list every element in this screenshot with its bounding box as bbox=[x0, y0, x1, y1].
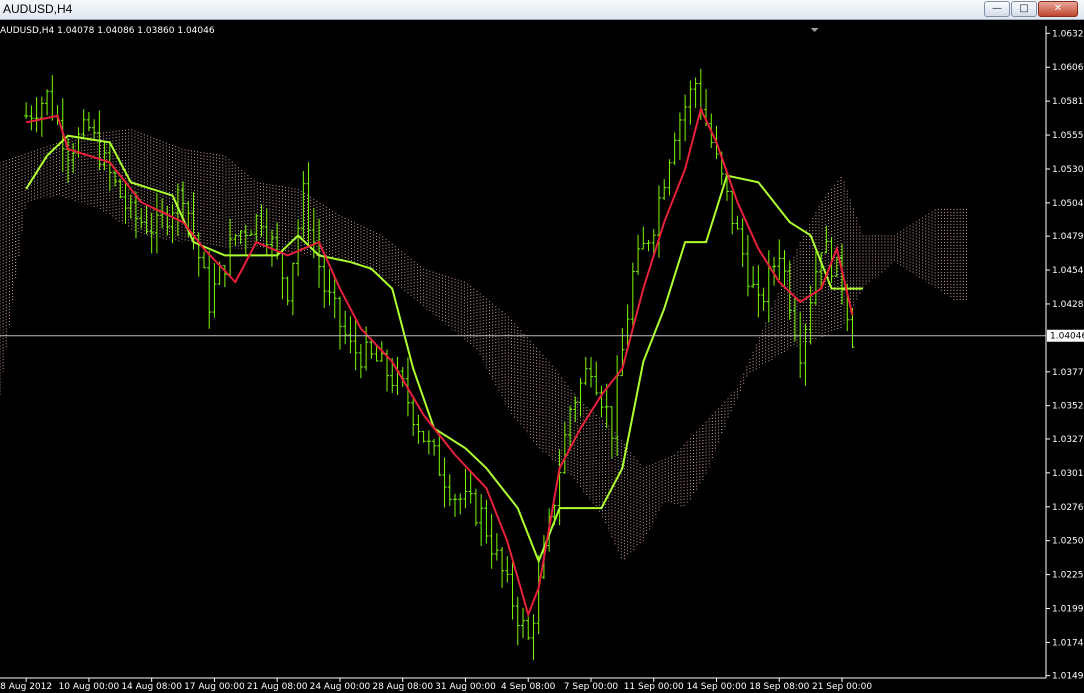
y-tick-label: 1.05810 bbox=[1052, 97, 1084, 107]
x-tick-label: 21 Aug 08:00 bbox=[247, 682, 308, 692]
chart-shift-marker bbox=[810, 28, 819, 32]
y-tick-label: 1.02250 bbox=[1052, 571, 1084, 581]
y-tick-label: 1.01490 bbox=[1052, 672, 1084, 682]
x-tick-label: 11 Sep 00:00 bbox=[624, 682, 684, 692]
minimize-icon[interactable]: — bbox=[984, 1, 1010, 17]
window-title: AUDUSD,H4 bbox=[3, 2, 73, 16]
y-tick-label: 1.05555 bbox=[1052, 131, 1084, 141]
y-tick-label: 1.04795 bbox=[1052, 232, 1084, 242]
y-tick-label: 1.03520 bbox=[1052, 402, 1084, 412]
ichimoku-cloud bbox=[0, 129, 968, 560]
x-tick-label: 10 Aug 00:00 bbox=[59, 682, 120, 692]
y-tick-label: 1.01740 bbox=[1052, 638, 1084, 648]
maximize-icon[interactable]: □ bbox=[1011, 1, 1037, 17]
y-tick-label: 1.03775 bbox=[1052, 368, 1084, 378]
y-tick-label: 1.01995 bbox=[1052, 605, 1084, 615]
price-chart[interactable]: 1.06320 1.06065 1.05810 1.05555 1.05300 1.050… bbox=[0, 20, 1084, 693]
y-tick-label: 1.03015 bbox=[1052, 469, 1084, 479]
price-bars bbox=[24, 68, 855, 660]
y-tick-label: 1.06065 bbox=[1052, 63, 1084, 73]
close-icon[interactable]: ✕ bbox=[1038, 1, 1078, 17]
y-tick-label: 1.04285 bbox=[1052, 300, 1084, 310]
x-tick-label: 18 Sep 08:00 bbox=[749, 682, 809, 692]
y-tick-label: 1.05300 bbox=[1052, 165, 1084, 175]
x-tick-label: 17 Aug 00:00 bbox=[184, 682, 245, 692]
y-tick-label: 1.05045 bbox=[1052, 199, 1084, 209]
y-tick-label: 1.02760 bbox=[1052, 503, 1084, 513]
x-tick-label: 14 Aug 08:00 bbox=[121, 682, 182, 692]
x-tick-label: 31 Aug 00:00 bbox=[435, 682, 496, 692]
window-controls: — □ ✕ bbox=[984, 1, 1078, 17]
tenkan-line bbox=[25, 106, 854, 618]
x-tick-label: 8 Aug 2012 bbox=[0, 682, 52, 692]
x-tick-label: 4 Sep 08:00 bbox=[501, 682, 556, 692]
y-tick-label: 1.03270 bbox=[1052, 435, 1084, 445]
x-tick-label: 24 Aug 00:00 bbox=[310, 682, 371, 692]
x-tick-label: 21 Sep 00:00 bbox=[812, 682, 872, 692]
x-tick-label: 7 Sep 00:00 bbox=[564, 682, 619, 692]
y-tick-label: 1.04540 bbox=[1052, 266, 1084, 276]
y-tick-label: 1.06320 bbox=[1052, 29, 1084, 39]
y-tick-label: 1.02505 bbox=[1052, 537, 1084, 547]
x-tick-label: 14 Sep 00:00 bbox=[686, 682, 746, 692]
window-titlebar[interactable]: AUDUSD,H4 — □ ✕ bbox=[0, 0, 1084, 20]
axes: 1.06320 1.06065 1.05810 1.05555 1.05300 1.050… bbox=[0, 26, 1084, 692]
current-price-label: 1.04046 bbox=[1050, 332, 1084, 342]
x-tick-label: 28 Aug 08:00 bbox=[372, 682, 433, 692]
